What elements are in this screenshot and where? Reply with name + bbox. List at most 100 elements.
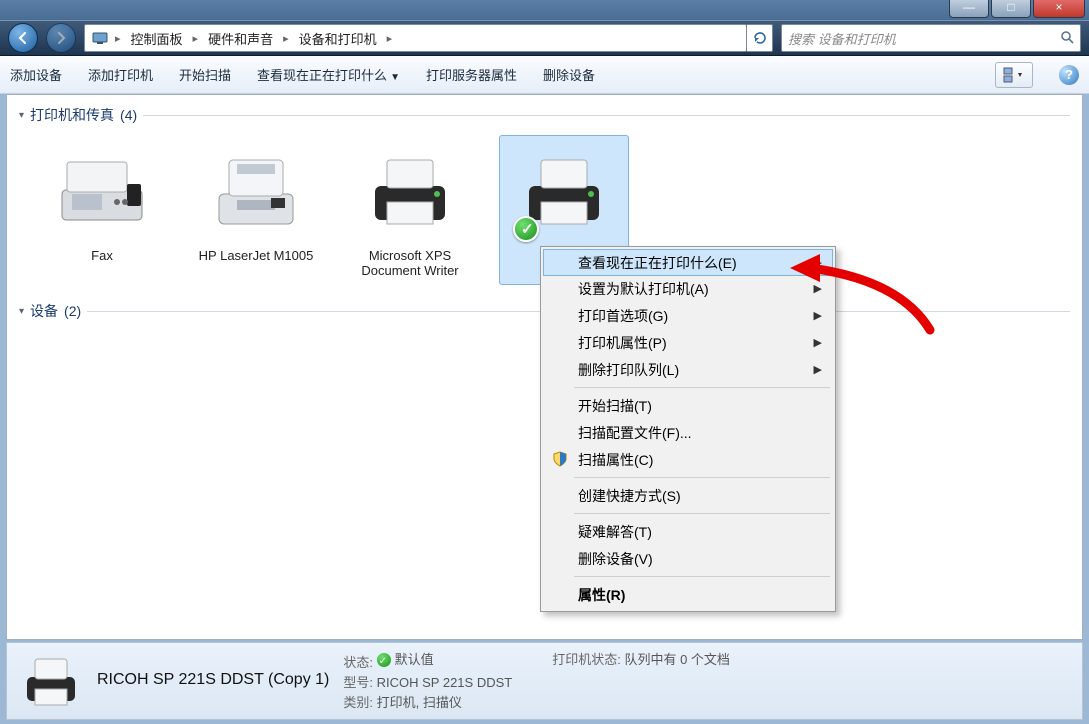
item-label: HP LaserJet M1005	[198, 248, 314, 263]
menu-label: 疑难解答(T)	[578, 522, 652, 542]
menu-start-scan[interactable]: 开始扫描(T)	[544, 392, 832, 419]
view-options-button[interactable]	[995, 62, 1033, 88]
menu-printer-props[interactable]: 打印机属性(P) ▶	[544, 329, 832, 356]
menu-separator	[574, 477, 830, 478]
menu-label: 删除设备(V)	[578, 549, 653, 569]
printer-icon	[355, 142, 465, 242]
help-button[interactable]: ?	[1059, 65, 1079, 85]
details-columns: 状态: 默认值 型号: RICOH SP 221S DDST 类别: 打印机, …	[343, 650, 730, 713]
details-pane: RICOH SP 221S DDST (Copy 1) 状态: 默认值 型号: …	[6, 642, 1083, 720]
menu-label: 查看现在正在打印什么(E)	[578, 253, 737, 273]
collapse-icon: ▾	[19, 110, 24, 121]
submenu-arrow-icon: ▶	[814, 336, 822, 349]
search-input[interactable]: 搜索 设备和打印机	[781, 24, 1081, 52]
nav-forward-button[interactable]	[46, 23, 76, 53]
menu-remove-device[interactable]: 删除设备(V)	[544, 545, 832, 572]
breadcrumb-sep-icon: ▸	[387, 32, 393, 45]
group-title: 打印机和传真	[30, 105, 114, 125]
submenu-arrow-icon: ▶	[814, 256, 822, 269]
fax-icon	[47, 142, 157, 242]
device-item-xps[interactable]: Microsoft XPS Document Writer	[345, 135, 475, 285]
window-titlebar: — □ ×	[0, 0, 1089, 20]
item-label: Fax	[44, 248, 160, 263]
menu-separator	[574, 576, 830, 577]
maximize-button[interactable]: □	[991, 0, 1031, 18]
details-state-label: 状态:	[343, 655, 373, 670]
search-placeholder: 搜索 设备和打印机	[788, 29, 896, 48]
details-state-text: 默认值	[395, 650, 434, 670]
printer-icon	[509, 142, 619, 242]
window-buttons: — □ ×	[947, 0, 1085, 18]
printer-icon	[19, 651, 83, 711]
menu-create-shortcut[interactable]: 创建快捷方式(S)	[544, 482, 832, 509]
chevron-down-icon: ▼	[390, 72, 400, 83]
close-button[interactable]: ×	[1033, 0, 1085, 18]
breadcrumb-item[interactable]: 设备和打印机	[295, 27, 381, 50]
arrow-left-icon	[16, 31, 30, 45]
menu-label: 创建快捷方式(S)	[578, 486, 681, 506]
details-queue-value: 队列中有 0 个文档	[624, 652, 729, 667]
view-icon	[1003, 67, 1025, 83]
close-icon: ×	[1055, 0, 1062, 14]
address-bar: ▸ 控制面板 ▸ 硬件和声音 ▸ 设备和打印机 ▸ 搜索 设备和打印机	[0, 20, 1089, 56]
details-text: RICOH SP 221S DDST (Copy 1)	[97, 671, 329, 691]
group-header-printers[interactable]: ▾ 打印机和传真 (4)	[7, 95, 1082, 129]
menu-label: 删除打印队列(L)	[578, 360, 679, 380]
group-count: (4)	[120, 107, 137, 123]
breadcrumb-sep-icon: ▸	[193, 32, 199, 45]
nav-back-button[interactable]	[8, 23, 38, 53]
check-icon	[377, 653, 391, 667]
menu-print-prefs[interactable]: 打印首选项(G) ▶	[544, 302, 832, 329]
cmd-view-printing-label: 查看现在正在打印什么	[257, 68, 387, 83]
breadcrumb-item[interactable]: 硬件和声音	[204, 27, 277, 50]
details-category-value: 打印机, 扫描仪	[377, 695, 462, 710]
device-item-fax[interactable]: Fax	[37, 135, 167, 285]
default-badge-icon	[513, 216, 539, 242]
breadcrumb[interactable]: ▸ 控制面板 ▸ 硬件和声音 ▸ 设备和打印机 ▸	[84, 24, 747, 52]
details-queue-label: 打印机状态:	[552, 652, 621, 667]
cmd-start-scan[interactable]: 开始扫描	[179, 65, 231, 84]
menu-properties[interactable]: 属性(R)	[544, 581, 832, 608]
menu-delete-queue[interactable]: 删除打印队列(L)▶	[544, 356, 832, 383]
cmd-view-printing[interactable]: 查看现在正在打印什么▼	[257, 65, 400, 84]
control-panel-icon	[91, 29, 109, 47]
menu-label: 打印机属性(P)	[578, 333, 667, 353]
context-menu: 查看现在正在打印什么(E) ▶ 设置为默认打印机(A) ▶ 打印首选项(G) ▶ 打印…	[540, 246, 836, 612]
menu-label: 扫描配置文件(F)...	[578, 423, 692, 443]
menu-separator	[574, 387, 830, 388]
submenu-arrow-icon: ▶	[814, 282, 822, 295]
submenu-arrow-icon: ▶	[814, 309, 822, 322]
details-model-label: 型号:	[343, 675, 373, 690]
details-model-value: RICOH SP 221S DDST	[377, 675, 513, 690]
cmd-add-device[interactable]: 添加设备	[10, 65, 62, 84]
menu-separator	[574, 513, 830, 514]
item-label: Microsoft XPS Document Writer	[352, 248, 468, 278]
breadcrumb-sep-icon: ▸	[115, 32, 121, 45]
menu-label: 打印首选项(G)	[578, 306, 668, 326]
cmd-remove-device[interactable]: 删除设备	[543, 65, 595, 84]
menu-troubleshoot[interactable]: 疑难解答(T)	[544, 518, 832, 545]
cmd-add-printer[interactable]: 添加打印机	[88, 65, 153, 84]
group-rule	[143, 115, 1070, 116]
device-item-hp[interactable]: HP LaserJet M1005	[191, 135, 321, 285]
details-name: RICOH SP 221S DDST (Copy 1)	[97, 671, 329, 689]
refresh-button[interactable]	[747, 24, 773, 52]
menu-set-default[interactable]: 设置为默认打印机(A) ▶	[544, 275, 832, 302]
menu-label: 设置为默认打印机(A)	[578, 279, 709, 299]
menu-label: 开始扫描(T)	[578, 396, 652, 416]
menu-scan-props[interactable]: 扫描属性(C)	[544, 446, 832, 473]
minimize-button[interactable]: —	[949, 0, 989, 18]
menu-scan-profile[interactable]: 扫描配置文件(F)...	[544, 419, 832, 446]
group-title: 设备	[30, 301, 58, 321]
command-bar: 添加设备 添加打印机 开始扫描 查看现在正在打印什么▼ 打印服务器属性 删除设备…	[0, 56, 1089, 94]
search-icon	[1060, 30, 1074, 47]
collapse-icon: ▾	[19, 306, 24, 317]
maximize-icon: □	[1007, 0, 1014, 14]
breadcrumb-item[interactable]: 控制面板	[127, 27, 187, 50]
cmd-server-props[interactable]: 打印服务器属性	[426, 65, 517, 84]
menu-label: 扫描属性(C)	[578, 450, 653, 470]
details-category-label: 类别:	[343, 695, 373, 710]
minimize-icon: —	[963, 0, 975, 14]
menu-view-printing[interactable]: 查看现在正在打印什么(E) ▶	[543, 249, 833, 276]
group-count: (2)	[64, 303, 81, 319]
